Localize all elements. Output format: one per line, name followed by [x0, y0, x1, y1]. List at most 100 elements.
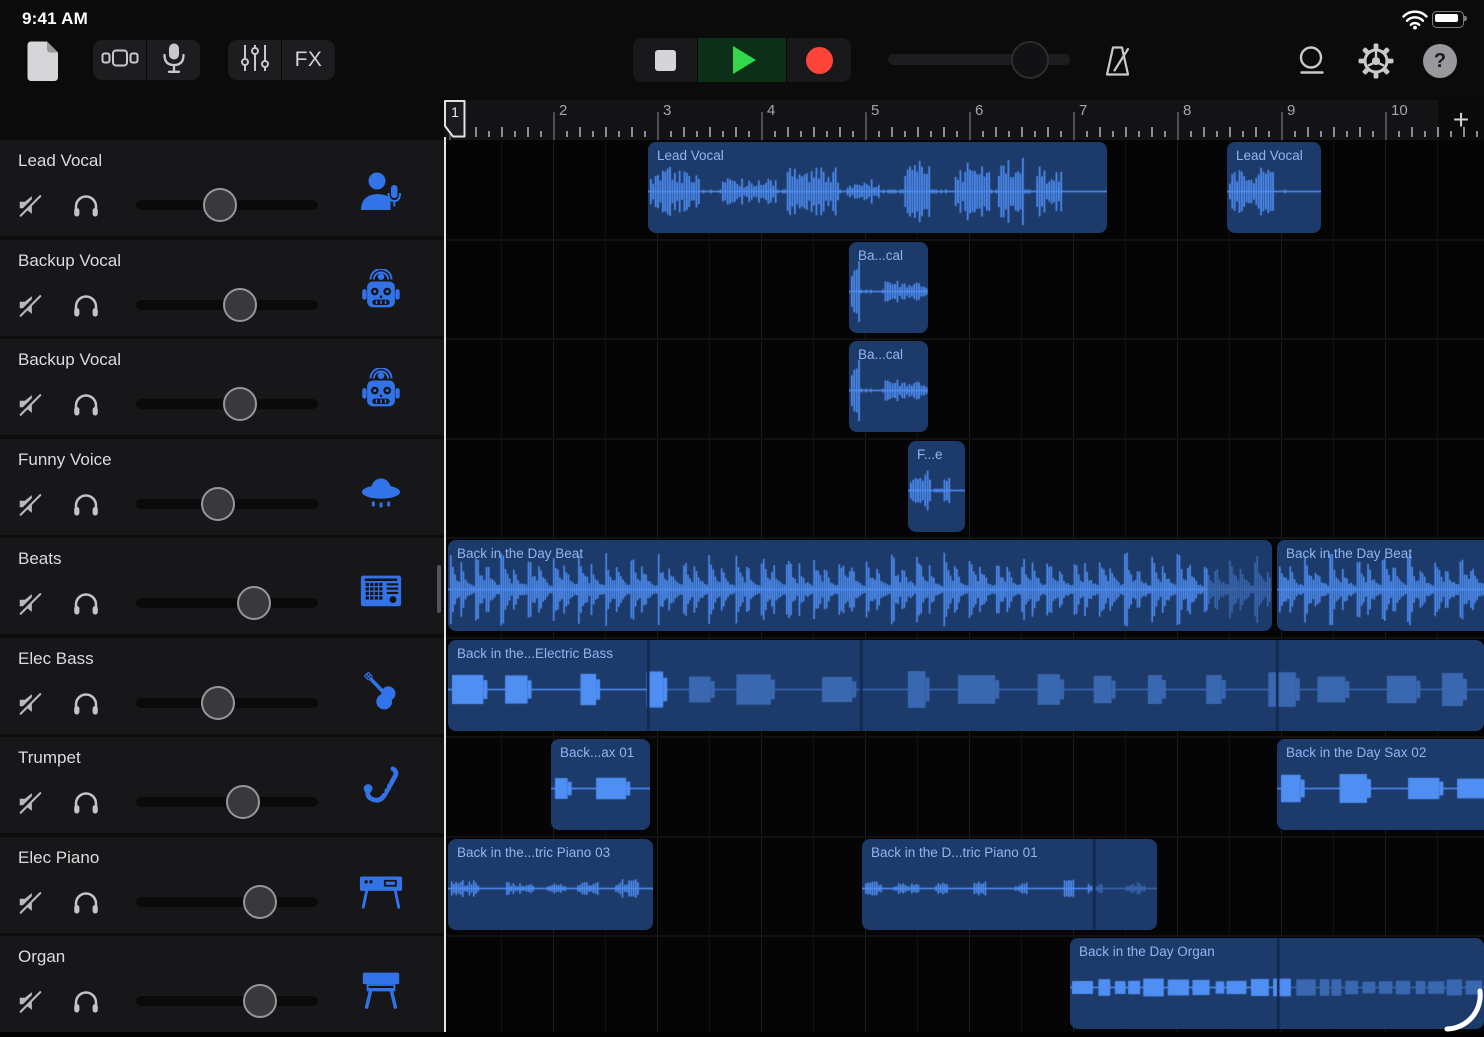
track-view-button[interactable] — [93, 40, 146, 80]
mute-button[interactable] — [16, 888, 44, 916]
metronome-button[interactable] — [1101, 43, 1135, 84]
track-volume-thumb[interactable] — [201, 686, 235, 720]
region[interactable]: Back in the D...tric Piano 01 — [862, 839, 1157, 930]
track-volume-thumb[interactable] — [203, 188, 237, 222]
mute-icon — [16, 505, 44, 522]
track-volume-slider[interactable] — [136, 897, 318, 907]
track-volume-slider[interactable] — [136, 399, 318, 409]
mute-icon — [16, 903, 44, 920]
track-header[interactable]: Beats — [0, 538, 445, 634]
ruler-tick — [527, 127, 529, 137]
region[interactable]: Back in the...Electric Bass — [448, 640, 1484, 731]
track-name: Lead Vocal — [18, 151, 102, 171]
track-name: Beats — [18, 549, 61, 569]
track-header[interactable]: Elec Piano — [0, 837, 445, 933]
robot-icon — [358, 368, 404, 414]
clock: 9:41 AM — [22, 9, 88, 29]
mute-button[interactable] — [16, 490, 44, 518]
region[interactable]: Ba...cal — [849, 341, 928, 432]
row-separator — [445, 637, 1484, 639]
region[interactable]: Back in the Day Sax 02 — [1277, 739, 1484, 830]
track-volume-thumb[interactable] — [201, 487, 235, 521]
region[interactable]: F...e — [908, 441, 965, 532]
header-scrollbar[interactable] — [437, 565, 441, 613]
monitor-button[interactable] — [71, 688, 101, 718]
mute-button[interactable] — [16, 390, 44, 418]
track-header[interactable]: Lead Vocal — [0, 140, 445, 236]
mute-icon — [16, 206, 44, 223]
ruler-tick — [1112, 131, 1114, 137]
monitor-button[interactable] — [71, 290, 101, 320]
track-volume-slider[interactable] — [136, 499, 318, 509]
ruler-tick — [631, 127, 633, 137]
monitor-button[interactable] — [71, 986, 101, 1016]
fx-button[interactable]: FX — [281, 40, 335, 80]
electric-piano-icon — [358, 866, 404, 912]
track-volume-thumb[interactable] — [237, 586, 271, 620]
mute-button[interactable] — [16, 589, 44, 617]
row-separator — [445, 338, 1484, 340]
loop-browser-button[interactable] — [1294, 44, 1330, 83]
ruler-tick — [1320, 131, 1322, 137]
settings-button[interactable] — [1357, 42, 1395, 85]
monitor-button[interactable] — [71, 588, 101, 618]
record-button[interactable] — [786, 38, 851, 82]
track-header[interactable]: Elec Bass — [0, 638, 445, 734]
region-label: Back in the Day Organ — [1079, 944, 1215, 959]
master-volume-slider[interactable] — [888, 54, 1070, 65]
timeline-ruler[interactable]: + 2345678910 — [445, 100, 1484, 140]
region[interactable]: Ba...cal — [849, 242, 928, 333]
track-header[interactable]: Backup Vocal — [0, 240, 445, 336]
region[interactable]: Back in the Day Organ — [1070, 938, 1484, 1029]
play-button[interactable] — [697, 38, 786, 82]
track-volume-thumb[interactable] — [243, 984, 277, 1018]
mute-button[interactable] — [16, 788, 44, 816]
track-volume-slider[interactable] — [136, 996, 318, 1006]
region[interactable]: Lead Vocal — [1227, 142, 1321, 233]
region[interactable]: Lead Vocal — [648, 142, 1107, 233]
region[interactable]: Back...ax 01 — [551, 739, 650, 830]
mute-icon — [16, 306, 44, 323]
track-volume-thumb[interactable] — [223, 288, 257, 322]
track-header[interactable]: Organ — [0, 936, 445, 1032]
mute-icon — [16, 803, 44, 820]
track-volume-thumb[interactable] — [243, 885, 277, 919]
ruler-tick — [1437, 127, 1439, 137]
help-button[interactable]: ? — [1423, 44, 1457, 78]
region[interactable]: Back in the Day Beat — [1277, 540, 1484, 631]
track-volume-slider[interactable] — [136, 200, 318, 210]
track-name: Organ — [18, 947, 65, 967]
monitor-button[interactable] — [71, 190, 101, 220]
track-volume-thumb[interactable] — [223, 387, 257, 421]
file-button[interactable] — [26, 40, 60, 87]
mute-button[interactable] — [16, 291, 44, 319]
track-volume-slider[interactable] — [136, 300, 318, 310]
track-volume-slider[interactable] — [136, 598, 318, 608]
track-volume-slider[interactable] — [136, 698, 318, 708]
region[interactable]: Back in the Day Beat — [448, 540, 1272, 631]
ruler-tick — [514, 131, 516, 137]
track-header[interactable]: Backup Vocal — [0, 339, 445, 435]
playhead-line[interactable] — [444, 137, 446, 1032]
master-volume-thumb[interactable] — [1011, 41, 1049, 79]
track-header[interactable]: Funny Voice — [0, 439, 445, 535]
region[interactable]: Back in the...tric Piano 03 — [448, 839, 653, 930]
monitor-button[interactable] — [71, 887, 101, 917]
track-header[interactable]: Trumpet — [0, 737, 445, 833]
track-volume-thumb[interactable] — [226, 785, 260, 819]
instrument-view-button[interactable] — [146, 40, 200, 80]
region-label: Lead Vocal — [1236, 148, 1303, 163]
monitor-button[interactable] — [71, 787, 101, 817]
timeline-arrange-area[interactable]: Lead Vocal Lead Vocal Ba...cal Ba...cal F...… — [445, 140, 1484, 1032]
ruler-tick — [566, 131, 568, 137]
track-volume-slider[interactable] — [136, 797, 318, 807]
mixer-button[interactable] — [228, 40, 281, 80]
mute-button[interactable] — [16, 987, 44, 1015]
monitor-button[interactable] — [71, 389, 101, 419]
stop-button[interactable] — [633, 38, 697, 82]
monitor-button[interactable] — [71, 489, 101, 519]
mute-button[interactable] — [16, 191, 44, 219]
playhead-marker[interactable]: 1 — [444, 100, 466, 143]
mute-button[interactable] — [16, 689, 44, 717]
ruler-tick — [852, 131, 854, 137]
